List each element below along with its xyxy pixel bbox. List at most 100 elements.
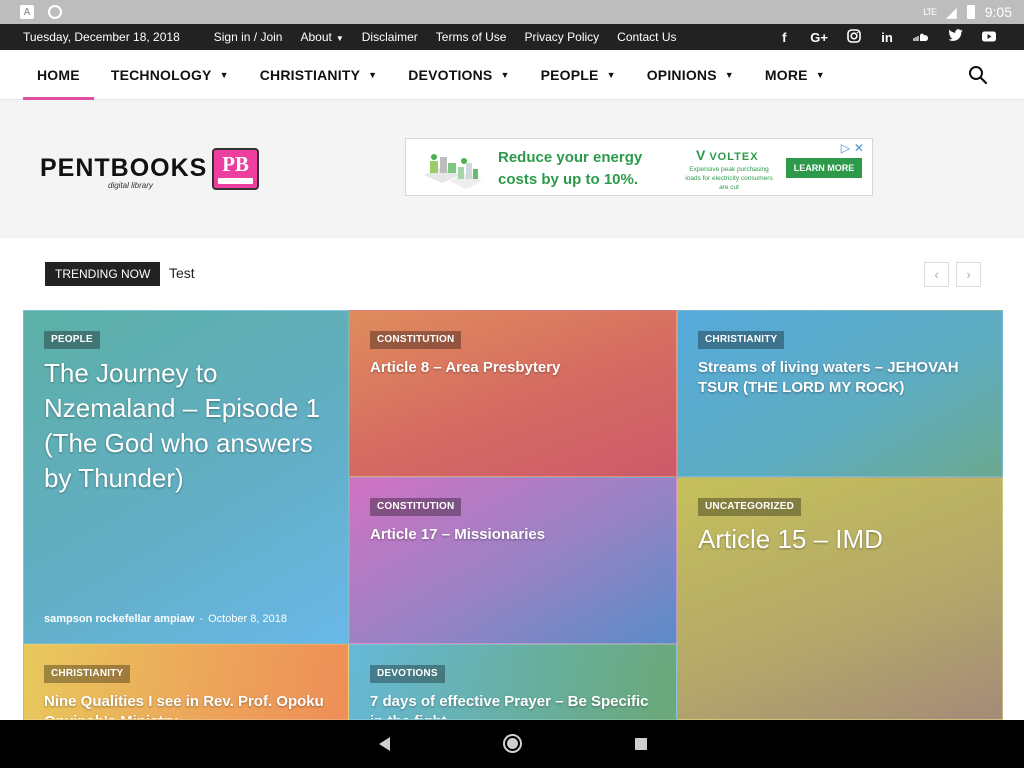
nav-christianity[interactable]: CHRISTIANITY ▼	[246, 50, 392, 100]
sign-in-link[interactable]: Sign in / Join	[214, 30, 283, 44]
chevron-down-icon: ▼	[500, 69, 510, 80]
linkedin-icon[interactable]: in	[880, 30, 894, 45]
article-title[interactable]: The Journey to Nzemaland – Episode 1 (Th…	[44, 356, 328, 496]
site-logo[interactable]: PENTBOOKS digital library PB	[40, 148, 260, 192]
category-badge[interactable]: CHRISTIANITY	[698, 331, 785, 349]
nav-home-label: HOME	[37, 66, 80, 83]
category-badge[interactable]: CHRISTIANITY	[44, 665, 131, 683]
trending-next-button[interactable]: ›	[956, 262, 981, 287]
youtube-icon[interactable]	[982, 30, 996, 45]
twitter-icon[interactable]	[948, 29, 963, 45]
nav-people[interactable]: PEOPLE ▼	[527, 50, 630, 100]
soundcloud-icon[interactable]	[913, 30, 929, 45]
ad-brand: V VOLTEX	[696, 147, 759, 163]
category-badge[interactable]: CONSTITUTION	[370, 331, 462, 349]
article-title[interactable]: Nine Qualities I see in Rev. Prof. Opoku…	[44, 692, 328, 719]
featured-article[interactable]: CONSTITUTION Article 17 – Missionaries	[349, 477, 677, 644]
social-links: f G+ in	[777, 24, 996, 50]
trending-bar: TRENDING NOW Test ‹ ›	[0, 238, 1024, 310]
meta-separator: -	[199, 613, 204, 625]
ad-learn-more-button[interactable]: LEARN MORE	[786, 158, 862, 178]
nav-opinions-label: OPINIONS	[646, 66, 717, 83]
disclaimer-link[interactable]: Disclaimer	[362, 30, 418, 44]
chevron-down-icon: ▼	[335, 34, 344, 43]
recent-apps-icon[interactable]	[635, 738, 647, 750]
category-badge[interactable]: DEVOTIONS	[370, 665, 445, 683]
nav-opinions[interactable]: OPINIONS ▼	[633, 50, 748, 100]
chevron-down-icon: ▼	[815, 69, 825, 80]
ad-headline: Reduce your energy costs by up to 10%.	[498, 147, 668, 191]
nav-home[interactable]: HOME	[23, 50, 94, 100]
nav-christianity-label: CHRISTIANITY	[259, 66, 361, 83]
featured-article[interactable]: CONSTITUTION Article 8 – Area Presbytery	[349, 310, 677, 477]
current-date: Tuesday, December 18, 2018	[23, 30, 180, 44]
ad-subtext: Expensive peak purchasing loads for elec…	[685, 166, 773, 191]
ad-headline-line-1: Reduce your energy	[498, 149, 643, 166]
article-title[interactable]: Article 8 – Area Presbytery	[370, 358, 656, 378]
site-header: PENTBOOKS digital library PB Reduce your…	[0, 100, 1024, 238]
featured-article[interactable]: DEVOTIONS 7 days of effective Prayer – B…	[349, 644, 677, 720]
top-links: Sign in / Join About ▼ Disclaimer Terms o…	[214, 30, 677, 44]
article-meta: sampson rockefellar ampiaw - October 8, 20…	[44, 613, 287, 625]
logo-wordmark: PENTBOOKS	[40, 154, 208, 182]
featured-article[interactable]: UNCATEGORIZED Article 15 – IMD	[677, 477, 1003, 720]
featured-article[interactable]: CHRISTIANITY Streams of living waters – …	[677, 310, 1003, 477]
contact-link[interactable]: Contact Us	[617, 30, 676, 44]
category-badge[interactable]: UNCATEGORIZED	[698, 498, 802, 516]
search-icon[interactable]	[968, 65, 988, 85]
ad-brand-name: VOLTEX	[709, 151, 759, 163]
notification-circle-icon	[48, 5, 62, 19]
logo-badge-text: PB	[222, 152, 249, 176]
category-badge[interactable]: CONSTITUTION	[370, 498, 462, 516]
category-badge[interactable]: PEOPLE	[44, 331, 100, 349]
advertisement-banner[interactable]: Reduce your energy costs by up to 10%. V…	[405, 138, 873, 196]
system-navigation-bar	[0, 720, 1024, 768]
voltex-logo-icon: V	[696, 147, 707, 163]
privacy-link[interactable]: Privacy Policy	[524, 30, 599, 44]
building-illustration-icon	[424, 154, 482, 189]
top-bar: Tuesday, December 18, 2018 Sign in / Joi…	[0, 24, 1024, 50]
article-date: October 8, 2018	[208, 613, 287, 625]
notification-a-icon: A	[20, 5, 34, 19]
signal-icon: ◢	[945, 3, 957, 20]
nav-devotions[interactable]: DEVOTIONS ▼	[394, 50, 523, 100]
logo-tagline: digital library	[108, 181, 153, 190]
nav-devotions-label: DEVOTIONS	[408, 66, 493, 83]
google-plus-icon[interactable]: G+	[810, 30, 828, 45]
article-title[interactable]: Streams of living waters – JEHOVAH TSUR …	[698, 358, 982, 398]
featured-article-main[interactable]: PEOPLE The Journey to Nzemaland – Episod…	[23, 310, 349, 644]
clock: 9:05	[984, 4, 1012, 20]
chevron-down-icon: ▼	[724, 69, 734, 80]
article-author[interactable]: sampson rockefellar ampiaw	[44, 613, 194, 625]
back-icon[interactable]	[379, 737, 390, 751]
trending-prev-button[interactable]: ‹	[924, 262, 949, 287]
article-title[interactable]: 7 days of effective Prayer – Be Specific…	[370, 692, 656, 719]
battery-icon	[966, 5, 975, 19]
facebook-icon[interactable]: f	[777, 30, 791, 45]
logo-badge: PB	[212, 148, 259, 190]
ad-choices-icon[interactable]: ▷✕	[841, 141, 868, 155]
ad-headline-line-2: costs by up to 10%.	[498, 171, 639, 188]
article-title[interactable]: Article 15 – IMD	[698, 524, 982, 554]
about-label: About	[300, 30, 332, 44]
chevron-down-icon: ▼	[368, 69, 378, 80]
featured-article[interactable]: CHRISTIANITY Nine Qualities I see in Rev…	[23, 644, 349, 720]
chevron-down-icon: ▼	[606, 69, 616, 80]
main-navigation: HOME TECHNOLOGY ▼ CHRISTIANITY ▼ DEVOTIONS…	[0, 50, 1024, 100]
nav-more-label: MORE	[764, 66, 808, 83]
nav-people-label: PEOPLE	[540, 66, 599, 83]
status-bar: A LTE ◢ 9:05	[0, 0, 1024, 24]
trending-headline[interactable]: Test	[169, 265, 195, 281]
article-title[interactable]: Article 17 – Missionaries	[370, 525, 656, 545]
network-type: LTE	[923, 7, 937, 17]
instagram-icon[interactable]	[847, 28, 861, 46]
about-link[interactable]: About ▼	[300, 30, 343, 44]
nav-more[interactable]: MORE ▼	[751, 50, 839, 100]
featured-grid: PEOPLE The Journey to Nzemaland – Episod…	[23, 310, 1003, 720]
nav-technology-label: TECHNOLOGY	[110, 66, 212, 83]
chevron-down-icon: ▼	[219, 69, 229, 80]
trending-label: TRENDING NOW	[45, 262, 161, 286]
nav-technology[interactable]: TECHNOLOGY ▼	[97, 50, 243, 100]
terms-link[interactable]: Terms of Use	[436, 30, 507, 44]
home-icon[interactable]	[503, 734, 522, 753]
